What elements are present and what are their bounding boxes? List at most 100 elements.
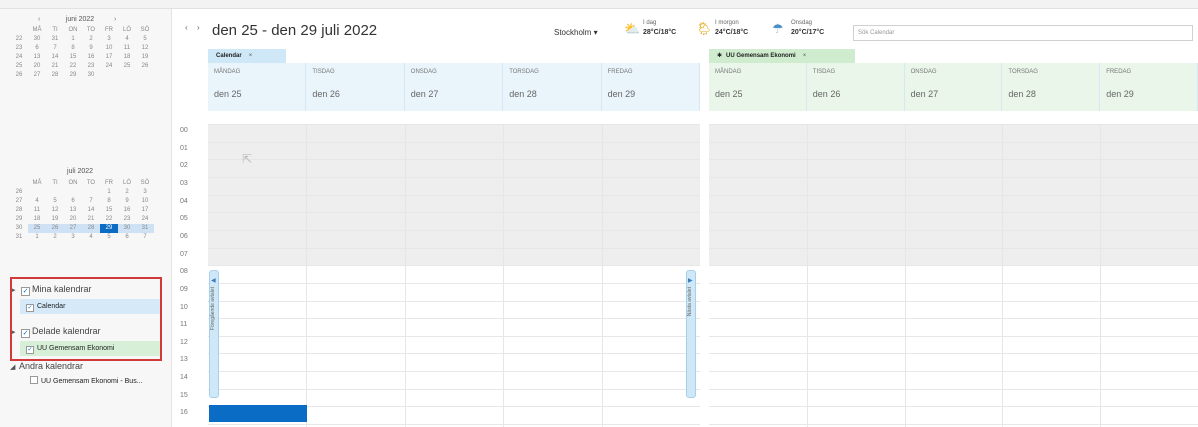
mini-day[interactable]: 6 — [64, 197, 82, 206]
mini-calendar-july[interactable]: MÅ TI ON TO FR LÖ SÖ 26 1 2 3 27 4 5 6 7 8 9 10 28 11 12 13 14 1… — [10, 179, 154, 242]
mini-day[interactable]: 18 — [28, 215, 46, 224]
mini-day[interactable]: 19 — [136, 53, 154, 62]
search-calendar-input[interactable]: Sök Calendar — [853, 25, 1193, 41]
mini-day[interactable]: 3 — [100, 35, 118, 44]
mini-day[interactable]: 30 — [82, 71, 100, 80]
calendar-item-calendar[interactable]: ✓ Calendar — [20, 299, 160, 314]
tab-shared-calendar[interactable]: ✱ UU Gemensam Ekonomi × — [709, 49, 855, 63]
mini-day[interactable]: 1 — [100, 188, 118, 197]
mini-day[interactable]: 4 — [118, 35, 136, 44]
mini-day[interactable] — [46, 188, 64, 197]
mini-day[interactable]: 24 — [136, 215, 154, 224]
expand-chevron-icon[interactable]: ▸ — [12, 328, 21, 336]
mini-next-month-button[interactable]: › — [114, 16, 116, 23]
mini-day[interactable]: 10 — [100, 44, 118, 53]
mini-day[interactable]: 18 — [118, 53, 136, 62]
mini-day[interactable]: 13 — [64, 206, 82, 215]
mini-day[interactable]: 13 — [28, 53, 46, 62]
mini-day[interactable]: 3 — [64, 233, 82, 242]
mini-day[interactable]: 11 — [118, 44, 136, 53]
mini-day[interactable] — [82, 188, 100, 197]
location-dropdown[interactable]: Stockholm ▾ — [554, 28, 598, 37]
mini-day[interactable]: 10 — [136, 197, 154, 206]
mini-day[interactable]: 14 — [46, 53, 64, 62]
mini-day[interactable]: 22 — [64, 62, 82, 71]
day-column-header[interactable]: TISDAG den 26 — [306, 63, 405, 111]
mini-day[interactable]: 12 — [46, 206, 64, 215]
collapse-chevron-icon[interactable]: ◢ — [10, 363, 19, 371]
mini-day[interactable]: 17 — [100, 53, 118, 62]
checkbox-icon[interactable]: ✓ — [21, 329, 30, 338]
day-column-header[interactable]: ONSDAG den 27 — [905, 63, 1003, 111]
mini-day[interactable]: 9 — [118, 197, 136, 206]
mini-day[interactable]: 8 — [100, 197, 118, 206]
mini-day[interactable]: 20 — [64, 215, 82, 224]
mini-day[interactable] — [136, 71, 154, 80]
mini-day[interactable]: 2 — [46, 233, 64, 242]
mini-day[interactable]: 15 — [100, 206, 118, 215]
mini-day[interactable]: 3 — [136, 188, 154, 197]
close-tab-icon[interactable]: × — [803, 53, 807, 59]
day-column-header[interactable]: ONSDAG den 27 — [405, 63, 504, 111]
mini-day[interactable] — [64, 188, 82, 197]
mini-day[interactable]: 21 — [46, 62, 64, 71]
calendar-item-shared[interactable]: ✓ UU Gemensam Ekonomi — [20, 341, 160, 356]
weather-today[interactable]: ⛅ I dag 28°C/18°C — [624, 20, 686, 42]
next-week-button[interactable]: › — [197, 23, 200, 32]
mini-day[interactable]: 31 — [136, 224, 154, 233]
calendar-event-block[interactable] — [209, 405, 307, 422]
mini-day[interactable]: 22 — [100, 215, 118, 224]
mini-day[interactable]: 2 — [118, 188, 136, 197]
mini-day[interactable]: 19 — [46, 215, 64, 224]
time-grid-shared[interactable] — [709, 124, 1198, 427]
day-column-header[interactable]: MÅNDAG den 25 — [208, 63, 307, 111]
mini-day[interactable]: 31 — [46, 35, 64, 44]
day-column-header[interactable]: FREDAG den 29 — [602, 63, 700, 111]
mini-day[interactable]: 20 — [28, 62, 46, 71]
mini-day[interactable]: 7 — [46, 44, 64, 53]
mini-day[interactable]: 29 — [100, 224, 118, 233]
mini-day[interactable]: 4 — [82, 233, 100, 242]
mini-day[interactable]: 27 — [28, 71, 46, 80]
mini-day[interactable]: 25 — [28, 224, 46, 233]
mini-day[interactable]: 2 — [82, 35, 100, 44]
mini-day[interactable]: 9 — [82, 44, 100, 53]
previous-week-button[interactable]: ‹ — [185, 23, 188, 32]
next-appointment-tab[interactable]: ▶ Nästa avtalet — [686, 270, 696, 398]
mini-day[interactable]: 5 — [136, 35, 154, 44]
mini-day[interactable]: 23 — [82, 62, 100, 71]
mini-day[interactable]: 7 — [82, 197, 100, 206]
expand-chevron-icon[interactable]: ▸ — [12, 286, 21, 294]
mini-day[interactable]: 25 — [118, 62, 136, 71]
mini-day[interactable]: 17 — [136, 206, 154, 215]
mini-day[interactable]: 26 — [46, 224, 64, 233]
mini-day[interactable]: 1 — [64, 35, 82, 44]
mini-day[interactable]: 16 — [118, 206, 136, 215]
mini-day[interactable]: 21 — [82, 215, 100, 224]
shared-calendars-group[interactable]: ▸ ✓ Delade kalendrar — [12, 326, 101, 338]
mini-day[interactable]: 6 — [118, 233, 136, 242]
day-column-header[interactable]: TORSDAG den 28 — [1002, 63, 1101, 111]
calendar-item-other[interactable]: UU Gemensam Ekonomi - Bus... — [24, 374, 160, 389]
mini-day[interactable]: 6 — [28, 44, 46, 53]
day-column-header[interactable]: TORSDAG den 28 — [503, 63, 602, 111]
mini-day[interactable]: 30 — [28, 35, 46, 44]
other-calendars-group[interactable]: ◢ Andra kalendrar — [10, 361, 83, 371]
day-column-header[interactable]: TISDAG den 26 — [807, 63, 905, 111]
mini-day[interactable]: 23 — [118, 215, 136, 224]
mini-day[interactable]: 5 — [46, 197, 64, 206]
mini-day[interactable]: 26 — [136, 62, 154, 71]
weather-tomorrow[interactable]: 🌦 I morgon 24°C/18°C — [696, 20, 762, 42]
mini-day[interactable]: 28 — [82, 224, 100, 233]
tab-calendar[interactable]: Calendar × — [208, 49, 286, 63]
mini-day[interactable]: 5 — [100, 233, 118, 242]
close-tab-icon[interactable]: × — [249, 53, 253, 59]
day-column-header[interactable]: FREDAG den 29 — [1100, 63, 1198, 111]
time-grid-calendar[interactable] — [208, 124, 700, 427]
mini-day[interactable]: 7 — [136, 233, 154, 242]
checkbox-icon[interactable] — [30, 376, 38, 384]
checkbox-icon[interactable]: ✓ — [26, 304, 34, 312]
mini-day[interactable]: 29 — [64, 71, 82, 80]
mini-day[interactable]: 16 — [82, 53, 100, 62]
my-calendars-group[interactable]: ▸ ✓ Mina kalendrar — [12, 284, 92, 296]
